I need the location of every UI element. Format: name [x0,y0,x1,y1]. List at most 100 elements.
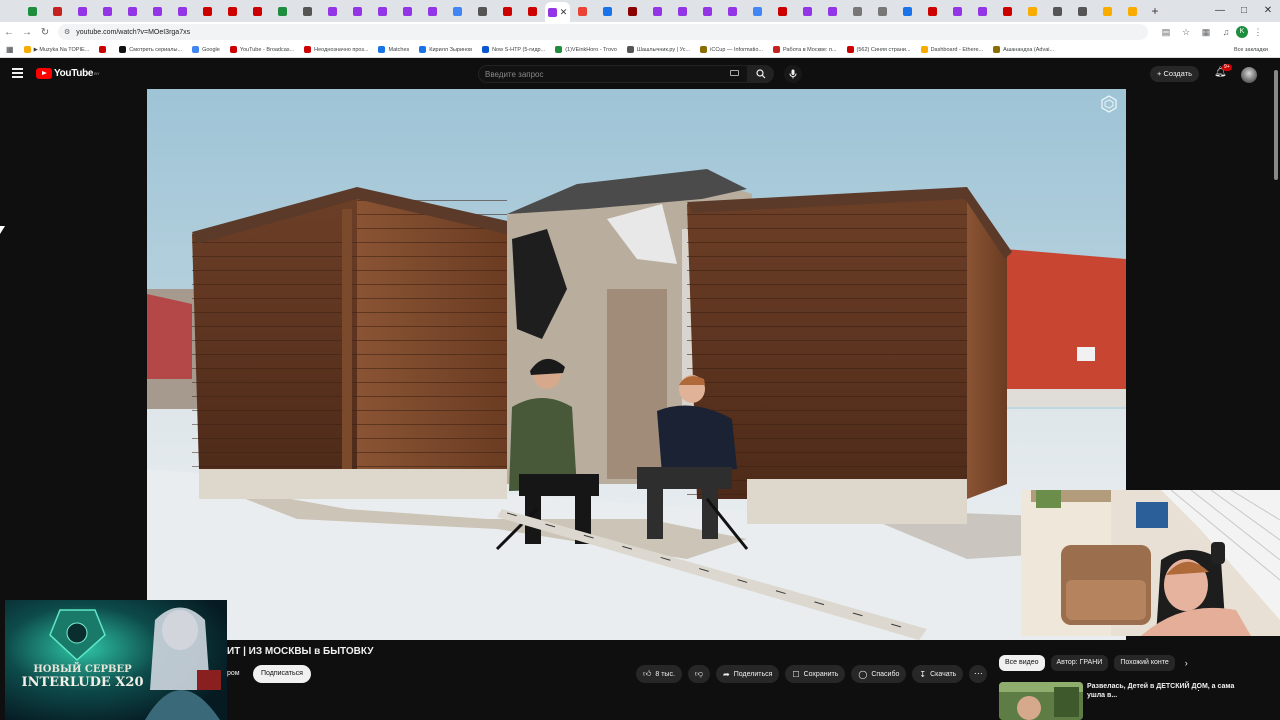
like-button[interactable]: 👍︎ 8 тыс. [636,665,682,683]
browser-tab[interactable] [495,2,520,20]
browser-tab[interactable] [20,2,45,20]
browser-tab[interactable] [145,2,170,20]
browser-tab[interactable] [945,2,970,20]
browser-tab[interactable] [345,2,370,20]
search-button[interactable] [748,65,774,83]
browser-tab[interactable] [320,2,345,20]
voice-search-button[interactable] [784,65,802,83]
browser-tab[interactable] [745,2,770,20]
forward-icon[interactable]: → [18,27,36,38]
bookmark-item[interactable]: Matches [378,46,409,53]
chip-all-videos[interactable]: Все видео [999,655,1045,671]
bookmark-item[interactable]: (562) Синяя страни... [846,46,911,53]
browser-tab[interactable] [1020,2,1045,20]
reload-icon[interactable]: ↻ [36,27,54,38]
browser-tab[interactable] [870,2,895,20]
recommended-thumbnail[interactable] [999,682,1083,720]
channel-name-fragment[interactable]: ром [227,670,240,677]
browser-tab[interactable] [1095,2,1120,20]
browser-tab[interactable] [845,2,870,20]
profile-avatar[interactable]: K [1236,26,1248,38]
dislike-button[interactable]: 👎︎ [687,665,711,683]
browser-tab[interactable] [1070,2,1095,20]
extensions-icon[interactable]: ▦ [1196,27,1216,38]
search-input[interactable]: Введите запрос [478,65,748,83]
browser-tab[interactable] [170,2,195,20]
bookmark-item[interactable]: YouTube - Broadcas... [229,46,294,53]
video-overlay-logo-icon[interactable] [1100,95,1118,113]
apps-icon[interactable]: ▦ [6,45,14,54]
close-window-icon[interactable]: ✕ [1256,0,1280,22]
browser-tab[interactable] [895,2,920,20]
browser-tab[interactable] [920,2,945,20]
subscribe-button[interactable]: Подписаться [253,665,311,683]
download-button[interactable]: ↧ Скачать [912,665,964,683]
bookmark-item[interactable]: ▶ Muzyka Na TOPIE... [23,46,89,53]
bookmark-item[interactable]: iCCup — Informatio... [700,46,763,53]
bookmark-item[interactable]: Now S-HTP (5-гидр... [482,46,545,53]
browser-tab[interactable] [45,2,70,20]
game-ad-overlay[interactable]: НОВЫЙ СЕРВЕР INTERLUDE X20 [5,600,227,720]
browser-tab[interactable] [295,2,320,20]
bookmark-star-icon[interactable]: ☆ [1176,27,1196,38]
chevron-right-icon[interactable]: › [1185,658,1188,668]
browser-tab[interactable] [270,2,295,20]
browser-tab[interactable] [95,2,120,20]
bookmark-item[interactable]: Смотреть сериалы... [119,46,182,53]
browser-tab[interactable] [670,2,695,20]
install-icon[interactable]: ▤ [1156,27,1176,38]
bookmark-item[interactable]: Неоднозначно проз... [304,46,368,53]
browser-tab[interactable] [795,2,820,20]
browser-tab[interactable] [445,2,470,20]
browser-tab[interactable] [370,2,395,20]
tab-close-icon[interactable]: ✕ [560,7,568,18]
browser-tab[interactable] [120,2,145,20]
bookmark-item[interactable]: (1)VEinkHoro - Trovo [555,46,617,53]
browser-tab[interactable] [520,2,545,20]
menu-icon[interactable] [12,68,23,78]
bookmark-item[interactable]: Dashboard - Ethere... [920,46,983,53]
browser-tab[interactable] [1120,2,1145,20]
browser-tab[interactable] [420,2,445,20]
browser-tab[interactable] [970,2,995,20]
site-info-icon[interactable]: ⚙ [64,28,70,36]
bookmark-item[interactable]: Кирилл Зыринов [419,46,472,53]
browser-tab[interactable] [245,2,270,20]
browser-tab[interactable] [70,2,95,20]
media-icon[interactable]: ♫ [1216,27,1236,37]
account-avatar[interactable] [1241,67,1257,83]
browser-tab[interactable] [1045,2,1070,20]
browser-tab[interactable] [645,2,670,20]
recommended-video[interactable]: Развелась, Детей в ДЕТСКИЙ ДОМ, а сама у… [999,680,1280,720]
thanks-button[interactable]: ◯ Спасибо [851,665,907,683]
youtube-logo[interactable]: YouTube BY [36,68,100,79]
page-scrollbar[interactable] [1274,70,1278,180]
chip-related[interactable]: Похожий конте [1114,655,1175,671]
bookmark-item[interactable]: Шашлычник.ру | Ус... [626,46,690,53]
restore-icon[interactable]: □ [1232,0,1256,22]
back-icon[interactable]: ← [0,27,18,38]
browser-tab[interactable] [770,2,795,20]
bookmark-item[interactable]: Ашанандха (Advai... [993,46,1054,53]
bookmark-item[interactable] [99,46,109,53]
all-bookmarks-link[interactable]: Все закладки [1234,42,1268,58]
minimize-icon[interactable]: — [1208,0,1232,22]
save-button[interactable]: ☐ Сохранить [785,665,846,683]
browser-tab[interactable] [570,2,595,20]
chip-author[interactable]: Автор: ГРАНИ [1050,655,1109,671]
browser-tab[interactable] [195,2,220,20]
video-player[interactable] [147,89,1126,640]
create-button[interactable]: + Создать [1150,66,1199,82]
browser-tab[interactable] [220,2,245,20]
keyboard-icon[interactable] [730,70,739,76]
share-button[interactable]: ➦ Поделиться [716,665,780,683]
browser-tab[interactable] [720,2,745,20]
address-bar[interactable]: ⚙ youtube.com/watch?v=MOeI3rga7xs [58,24,1148,40]
recommended-title[interactable]: Развелась, Детей в ДЕТСКИЙ ДОМ, а сама у… [1087,682,1247,700]
browser-tab[interactable] [595,2,620,20]
bookmark-item[interactable]: Google [192,46,220,53]
browser-tab-active[interactable]: ✕ [545,2,570,22]
bookmark-item[interactable]: Работа в Москве: п... [773,46,837,53]
browser-tab[interactable] [995,2,1020,20]
more-actions-icon[interactable]: ⋯ [969,665,988,683]
